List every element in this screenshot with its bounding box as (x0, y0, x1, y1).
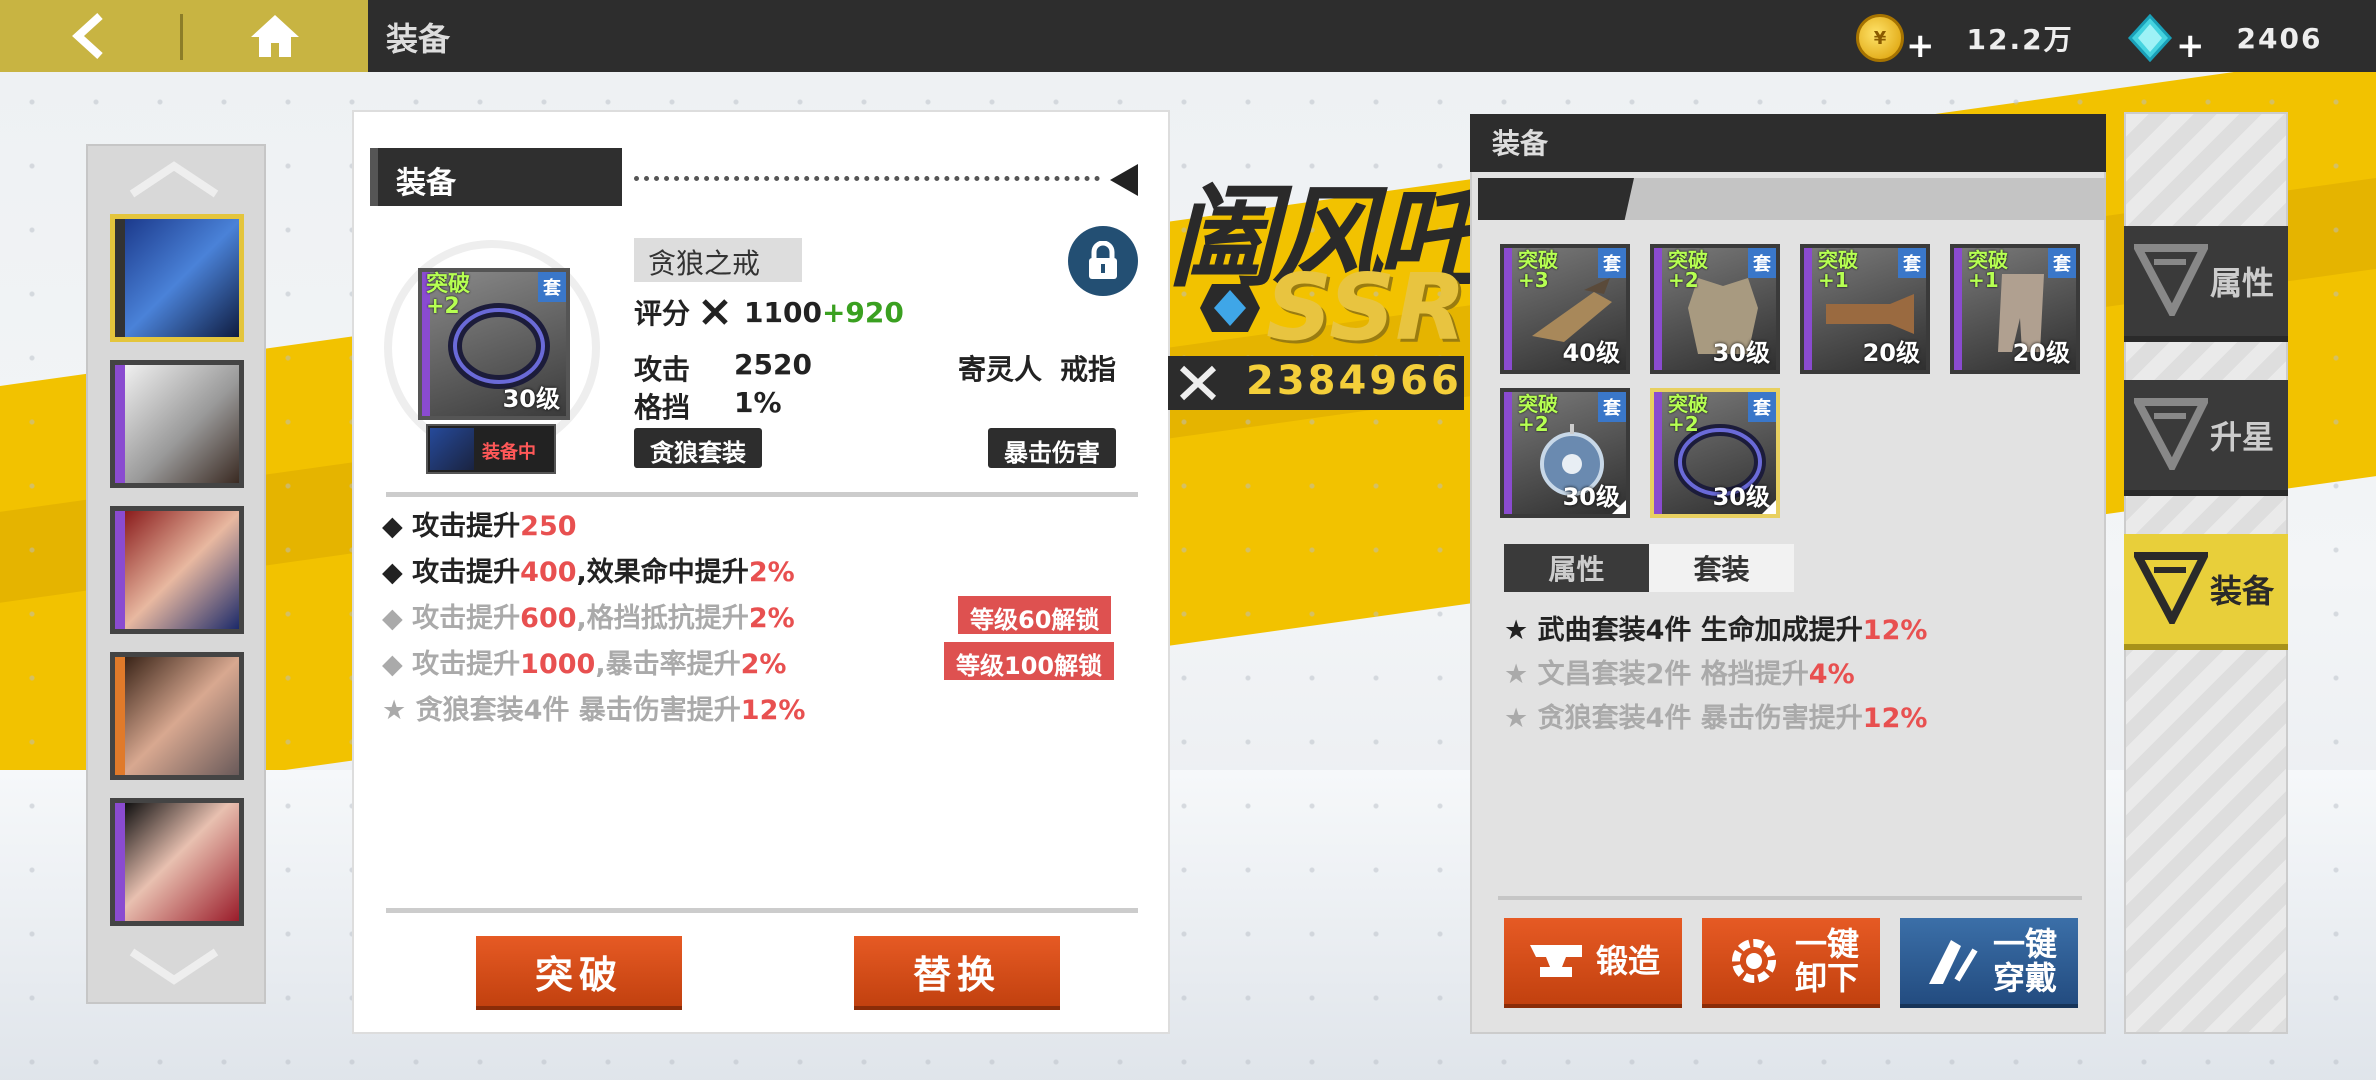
hero-portrait-1[interactable] (110, 214, 244, 342)
add-gold-icon[interactable]: + (1906, 26, 1935, 66)
equip-slot-amulet[interactable]: 突破 +2 套 30级 (1500, 388, 1630, 518)
score-base: 1100 (744, 295, 822, 329)
forge-button[interactable]: 锻造 (1504, 918, 1682, 1004)
break-button[interactable]: 突破 (476, 936, 682, 1006)
back-button[interactable] (0, 0, 180, 72)
gold-amount: 12.2万 (1966, 23, 2074, 56)
attributes-emblem-icon (2134, 244, 2208, 316)
lock-icon (1089, 241, 1117, 279)
star-up-emblem-icon (2134, 398, 2208, 470)
set-tag: 套 (538, 272, 566, 302)
equipment-tabs[interactable]: 属性 套装 (1504, 544, 1794, 592)
chevron-down-icon[interactable] (128, 946, 220, 986)
equip-slot-weapon[interactable]: 突破 +3 套 40级 (1500, 244, 1630, 374)
bonus-line-4: ◆ 攻击提升1000,暴击率提升2% (382, 649, 787, 680)
attack-label: 攻击 (634, 353, 691, 386)
block-label: 格挡 (634, 391, 691, 424)
page-title: 装备 (386, 20, 451, 58)
tab-attributes[interactable]: 属性 (1504, 544, 1649, 592)
header-arrow-icon (1110, 164, 1138, 196)
side-tab-star-up[interactable]: 升星 (2124, 380, 2288, 490)
break-tag: 突破 +2 (426, 272, 471, 319)
bonus-line-2: ◆ 攻击提升400,效果命中提升2% (382, 557, 795, 588)
bonus-line-5: ★ 贪狼套装4件 暴击伤害提升12% (382, 695, 806, 726)
equipment-emblem-icon (2134, 552, 2208, 624)
boot-arrow-icon (1928, 940, 1978, 984)
back-arrow-icon (72, 13, 103, 59)
unlock-level-100-badge: 等级100解锁 (944, 642, 1115, 680)
set-bonus-line-1: ★ 武曲套装4件 生命加成提升12% (1504, 615, 1928, 646)
equip-slot-gauntlet[interactable]: 突破 +1 套 20级 (1800, 244, 1930, 374)
replace-button[interactable]: 替换 (854, 936, 1060, 1006)
chevron-up-icon[interactable] (128, 160, 220, 200)
divider (386, 492, 1138, 497)
ssr-emblem-icon (1200, 284, 1260, 332)
subheader-accent (1478, 178, 1634, 220)
attack-row: 攻击 2520 (634, 348, 812, 388)
item-icon-card[interactable]: 突破 +2 套 30级 (418, 268, 570, 420)
equipment-detail-panel: 装备 突破 +2 套 30级 装备中 贪狼之戒 评分 1100 +920 攻击 2… (352, 110, 1170, 1034)
detail-header: 装备 (370, 148, 622, 206)
block-row: 格挡 1% (634, 386, 782, 426)
equip-slot-boots[interactable]: 突破 +1 套 20级 (1950, 244, 2080, 374)
gear-icon (1731, 939, 1776, 983)
set-chip: 贪狼套装 (634, 428, 762, 468)
crossed-swords-icon (702, 299, 728, 325)
diamond-icon (2126, 14, 2174, 62)
item-level: 30级 (502, 385, 560, 413)
side-tab-equipment[interactable]: 装备 (2124, 534, 2288, 644)
equipped-badge: 装备中 (426, 424, 556, 474)
hero-portrait-3[interactable] (110, 506, 244, 634)
gold-coin-icon: ¥ (1856, 14, 1904, 62)
owner-row: 寄灵人 戒指 (958, 348, 1116, 388)
home-icon (251, 15, 299, 57)
equip-slot-ring[interactable]: 突破 +2 套 30级 (1650, 388, 1780, 518)
set-bonus-line-2: ★ 文昌套装2件 格挡提升4% (1504, 659, 1855, 690)
power-value: 2384966 (1246, 358, 1462, 404)
attack-value: 2520 (734, 348, 812, 381)
divider (386, 908, 1138, 913)
lock-button[interactable] (1068, 226, 1138, 296)
side-tab-attributes[interactable]: 属性 (2124, 226, 2288, 336)
hero-portrait-2[interactable] (110, 360, 244, 488)
item-name: 贪狼之戒 (634, 238, 802, 282)
score-label: 评分 (634, 297, 691, 330)
equipment-panel-title: 装备 (1470, 114, 2106, 172)
gem-resource[interactable]: + 2406 (2126, 10, 2322, 66)
equip-slot-armor[interactable]: 突破 +2 套 30级 (1650, 244, 1780, 374)
tab-sets[interactable]: 套装 (1649, 544, 1794, 592)
home-button[interactable] (182, 0, 368, 72)
equip-all-button[interactable]: 一键 穿戴 (1900, 918, 2078, 1004)
set-bonus-line-3: ★ 贪狼套装4件 暴击伤害提升12% (1504, 703, 1928, 734)
anvil-icon (1529, 945, 1582, 977)
hero-portrait-5[interactable] (110, 798, 244, 926)
block-value: 1% (734, 386, 782, 419)
unlock-level-60-badge: 等级60解锁 (958, 596, 1112, 634)
add-gem-icon[interactable]: + (2176, 26, 2205, 66)
owner-label: 寄灵人 (958, 353, 1043, 386)
gem-amount: 2406 (2236, 21, 2323, 55)
unequip-all-button[interactable]: 一键 卸下 (1702, 918, 1880, 1004)
slot-type: 戒指 (1060, 353, 1117, 386)
divider (1498, 896, 2082, 900)
crossed-swords-icon (1179, 365, 1217, 401)
bonus-line-3: ◆ 攻击提升600,格挡抵抗提升2% (382, 603, 795, 634)
rarity-label: SSR (1266, 254, 1467, 361)
hero-list[interactable] (86, 144, 266, 1004)
hero-portrait-4[interactable] (110, 652, 244, 780)
gold-resource[interactable]: ¥ + 12.2万 (1856, 10, 2074, 66)
owner-avatar (430, 428, 474, 470)
effect-chip: 暴击伤害 (988, 428, 1116, 468)
score-bonus: +920 (821, 295, 904, 329)
bonus-line-1: ◆ 攻击提升250 (382, 511, 577, 542)
score-row: 评分 1100 +920 (634, 292, 904, 332)
header-divider (634, 176, 1100, 181)
